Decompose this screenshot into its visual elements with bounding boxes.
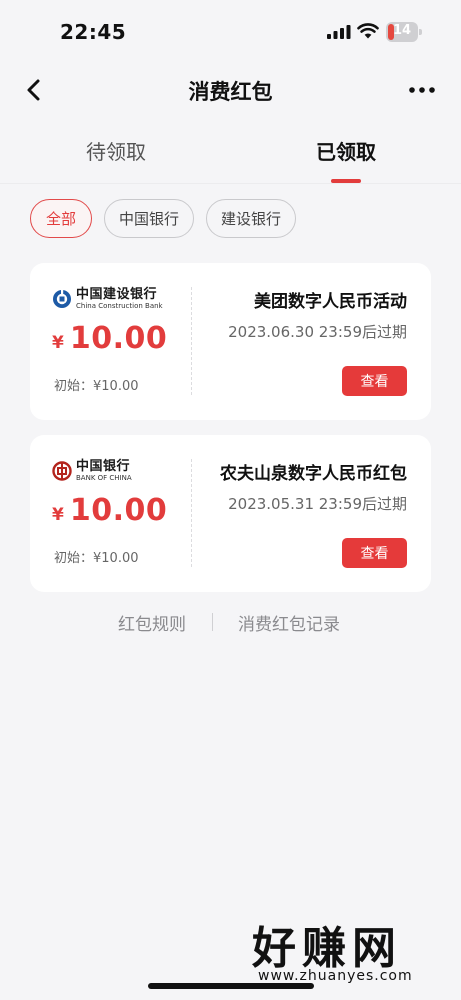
page-title: 消费红包 [188,80,273,104]
amount: ¥ 10.00 [52,493,167,528]
view-button[interactable]: 查看 [342,538,407,568]
ccb-logo-icon [53,289,71,308]
initial-amount: 初始：¥10.00 [54,551,139,566]
filter-chip-ccb[interactable]: 建设银行 [206,199,296,238]
signal-icon [327,25,351,39]
red-packet-card[interactable]: 中国银行 BANK OF CHINA ¥ 10.00 初始：¥10.00 农夫山… [30,435,431,592]
bank-logo-name: 中国建设银行 [76,287,158,302]
watermark-title: 好赚网 [252,923,402,974]
amount-value: 10.00 [69,321,168,356]
tab-pending[interactable]: 待领取 [86,136,146,165]
tab-received[interactable]: 已领取 [316,136,376,165]
bank-logo-name-en: BANK OF CHINA [76,474,132,482]
bank-logo-name-en: China Construction Bank [76,302,163,310]
currency-symbol: ¥ [52,505,64,525]
footer-separator [212,613,213,631]
filter-chip-all[interactable]: 全部 [30,199,92,238]
currency-symbol: ¥ [52,333,64,353]
nav-bar: 消费红包 [0,62,461,120]
wifi-icon [357,23,379,39]
card-expiry: 2023.05.31 23:59后过期 [228,495,407,513]
home-indicator [148,983,314,989]
ccb-logo: 中国建设银行 China Construction Bank [52,287,163,311]
footer-links: 红包规则 消费红包记录 [0,610,461,635]
filter-chips: 全部 中国银行 建设银行 [0,199,461,239]
watermark-domain: www.zhuanyes.com [258,968,413,984]
card-divider [191,459,192,567]
watermark: 好赚网 www.zhuanyes.com [250,912,450,992]
bank-logo-name: 中国银行 [76,459,131,474]
card-expiry: 2023.06.30 23:59后过期 [228,323,407,341]
red-packet-records-link[interactable]: 消费红包记录 [238,610,340,635]
tab-bar: 待领取 已领取 [0,120,461,184]
view-button[interactable]: 查看 [342,366,407,396]
red-packet-card[interactable]: 中国建设银行 China Construction Bank ¥ 10.00 初… [30,263,431,420]
more-dots-icon[interactable] [404,79,440,101]
red-packet-rules-link[interactable]: 红包规则 [118,610,186,635]
filter-chip-boc[interactable]: 中国银行 [104,199,194,238]
battery-cap [419,29,422,35]
active-tab-indicator [331,179,361,183]
amount-value: 10.00 [69,493,168,528]
card-title: 农夫山泉数字人民币红包 [220,464,407,484]
status-bar: 22:45 14 [0,0,461,62]
battery-icon: 14 [386,22,422,42]
boc-logo: 中国银行 BANK OF CHINA [52,459,132,483]
amount: ¥ 10.00 [52,321,167,356]
battery-level: 14 [392,23,412,38]
page: 22:45 14 消费红包 待领取 已领取 全部 中国银行 建设银行 中国建设银… [0,0,461,1000]
initial-amount: 初始：¥10.00 [54,379,139,394]
status-time: 22:45 [60,20,127,44]
card-title: 美团数字人民币活动 [254,292,407,312]
boc-logo-icon [52,461,72,481]
card-divider [191,287,192,395]
